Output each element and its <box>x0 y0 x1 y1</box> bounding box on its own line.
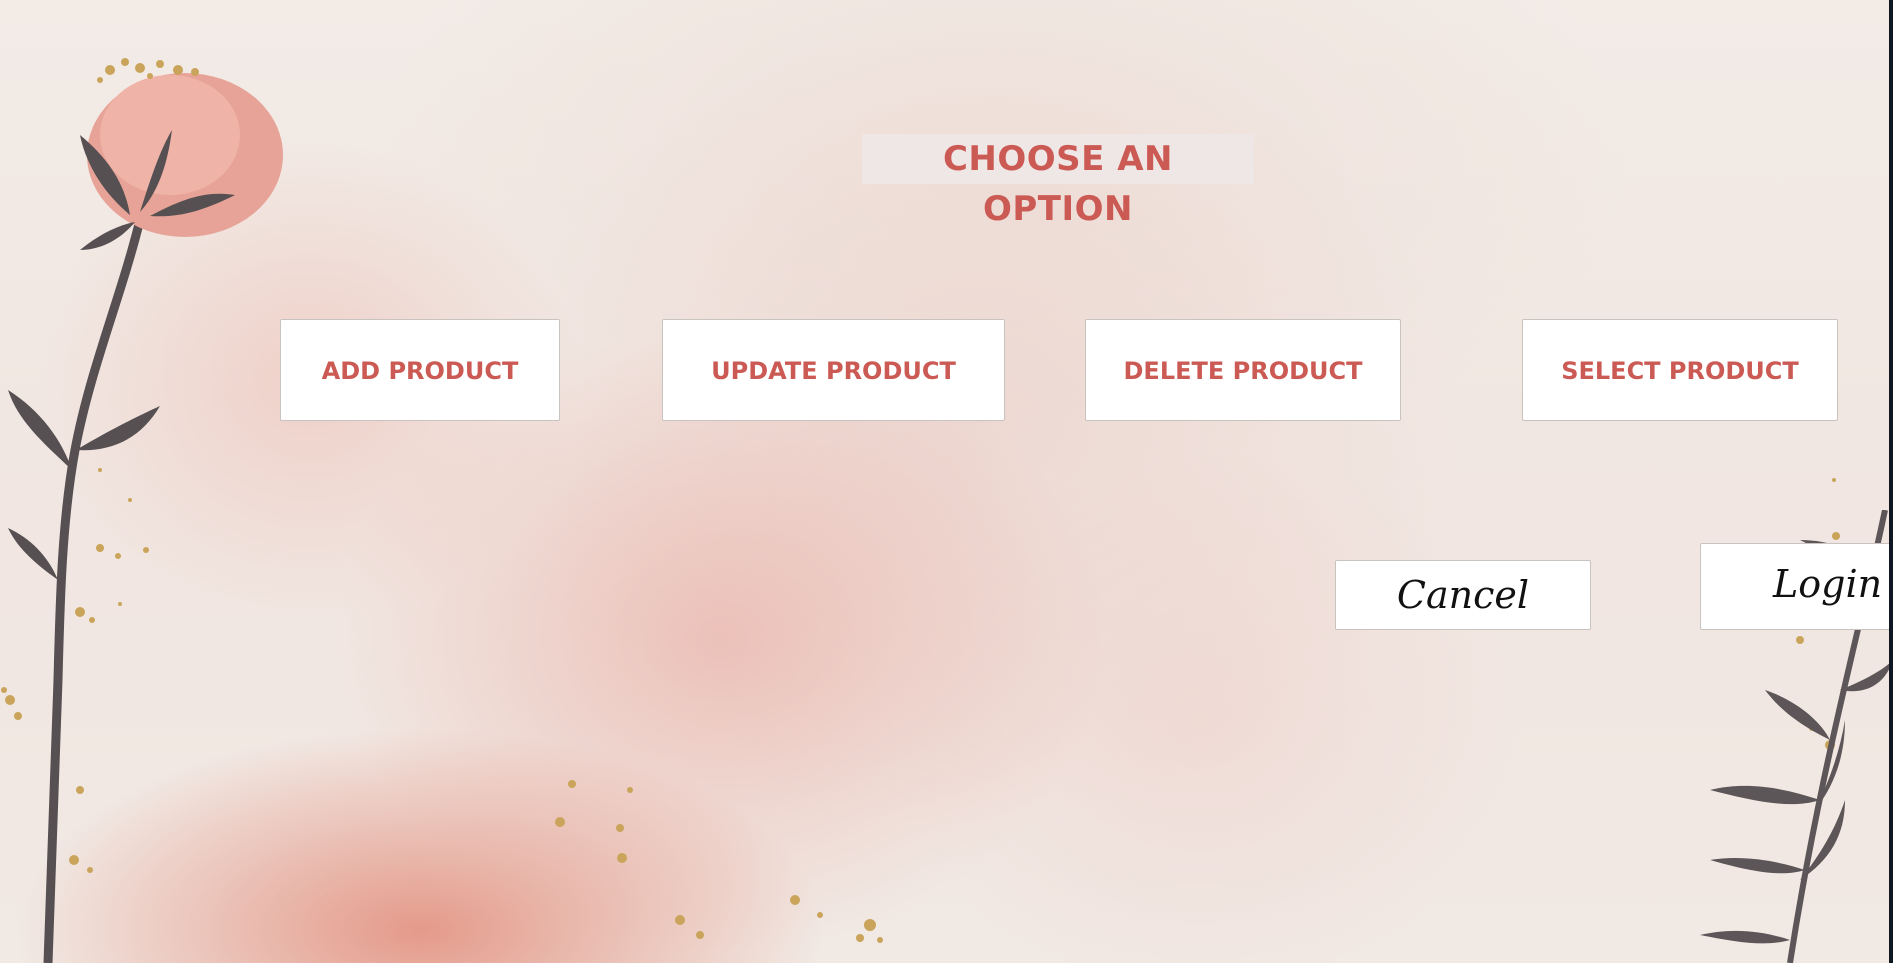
page-title: CHOOSE AN OPTION <box>862 134 1254 229</box>
window-edge-divider <box>1889 0 1893 963</box>
add-product-button[interactable]: ADD PRODUCT <box>280 319 560 421</box>
delete-product-button[interactable]: DELETE PRODUCT <box>1085 319 1401 421</box>
login-button[interactable]: Login <box>1700 543 1893 630</box>
cancel-button[interactable]: Cancel <box>1335 560 1591 630</box>
update-product-button[interactable]: UPDATE PRODUCT <box>662 319 1005 421</box>
main-screen: CHOOSE AN OPTION ADD PRODUCT UPDATE PROD… <box>0 0 1893 963</box>
select-product-button[interactable]: SELECT PRODUCT <box>1522 319 1838 421</box>
